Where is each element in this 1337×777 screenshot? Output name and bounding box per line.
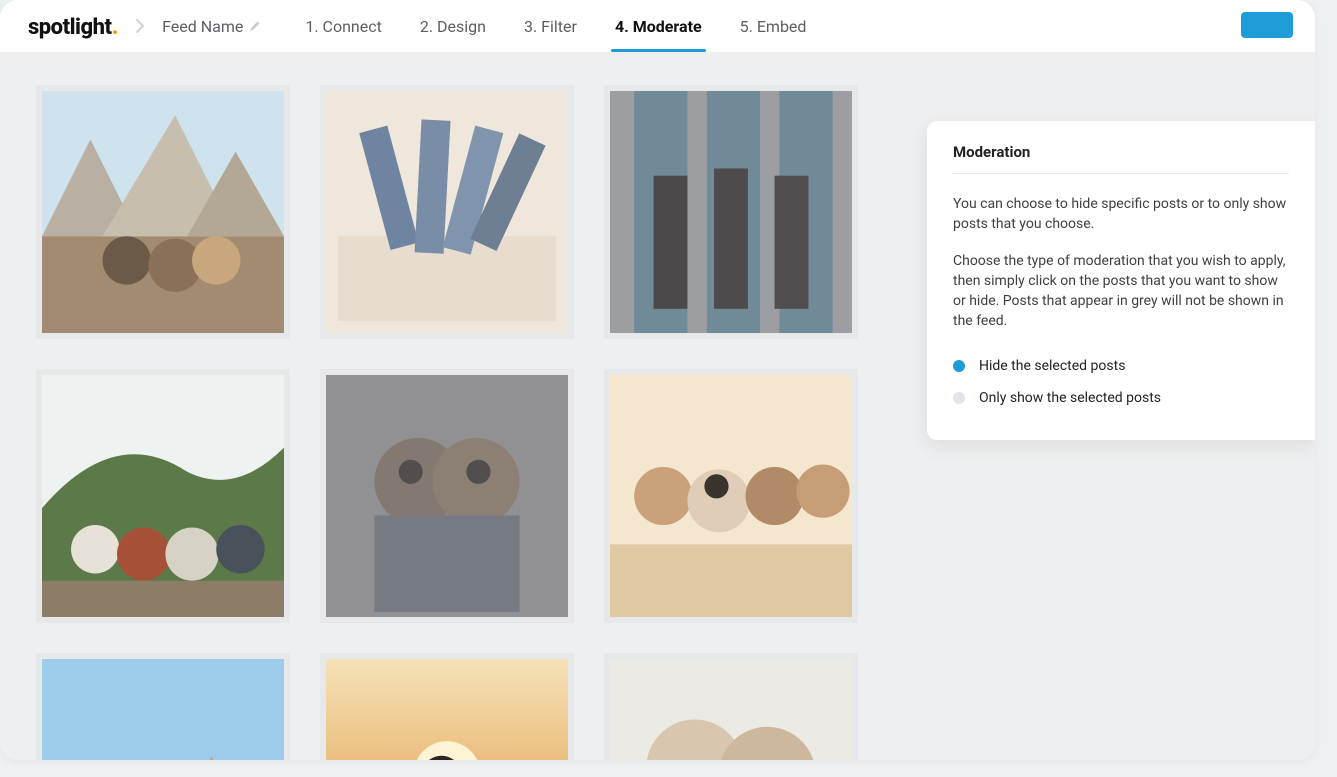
step-label: 3. Filter	[524, 17, 577, 36]
step-moderate[interactable]: 4. Moderate	[615, 0, 702, 52]
post-thumbnail[interactable]	[36, 653, 290, 760]
post-thumbnail[interactable]	[604, 85, 858, 339]
moderation-panel: Moderation You can choose to hide specif…	[927, 121, 1315, 440]
topbar: spotlight. Feed Name 1. Connect 2. Desig…	[0, 0, 1315, 53]
post-thumbnail[interactable]	[604, 369, 858, 623]
step-label: 5. Embed	[740, 17, 807, 36]
step-embed[interactable]: 5. Embed	[740, 0, 807, 52]
step-label: 1. Connect	[305, 17, 381, 36]
feed-name-label: Feed Name	[162, 17, 243, 36]
radio-dot-icon	[953, 360, 965, 372]
radio-label: Only show the selected posts	[979, 390, 1161, 406]
step-label: 2. Design	[420, 17, 486, 36]
posts-grid	[36, 85, 866, 760]
post-thumbnail[interactable]	[36, 369, 290, 623]
step-design[interactable]: 2. Design	[420, 0, 486, 52]
radio-label: Hide the selected posts	[979, 358, 1125, 374]
radio-hide-selected[interactable]: Hide the selected posts	[953, 350, 1289, 382]
wizard-steps: 1. Connect 2. Design 3. Filter 4. Modera…	[305, 0, 806, 52]
radio-only-show-selected[interactable]: Only show the selected posts	[953, 382, 1289, 414]
posts-grid-area	[0, 53, 894, 760]
primary-button[interactable]	[1241, 12, 1293, 38]
moderation-radio-group: Hide the selected posts Only show the se…	[953, 350, 1289, 414]
brand-dot: .	[111, 12, 118, 40]
post-thumbnail[interactable]	[604, 653, 858, 760]
post-thumbnail[interactable]	[320, 653, 574, 760]
workspace: Moderation You can choose to hide specif…	[0, 53, 1315, 760]
brand-name: spotlight	[28, 15, 111, 40]
panel-description-2: Choose the type of moderation that you w…	[953, 251, 1289, 332]
step-label: 4. Moderate	[615, 17, 702, 36]
right-pane: Moderation You can choose to hide specif…	[894, 53, 1315, 760]
step-filter[interactable]: 3. Filter	[524, 0, 577, 52]
post-thumbnail[interactable]	[36, 85, 290, 339]
panel-title: Moderation	[953, 143, 1289, 174]
post-thumbnail[interactable]	[320, 85, 574, 339]
pencil-icon[interactable]	[249, 20, 261, 32]
chevron-right-icon	[136, 19, 144, 33]
brand-logo: spotlight.	[28, 12, 118, 40]
app-frame: spotlight. Feed Name 1. Connect 2. Desig…	[0, 0, 1315, 760]
post-thumbnail[interactable]	[320, 369, 574, 623]
panel-description-1: You can choose to hide specific posts or…	[953, 194, 1289, 235]
step-connect[interactable]: 1. Connect	[305, 0, 381, 52]
radio-dot-icon	[953, 392, 965, 404]
